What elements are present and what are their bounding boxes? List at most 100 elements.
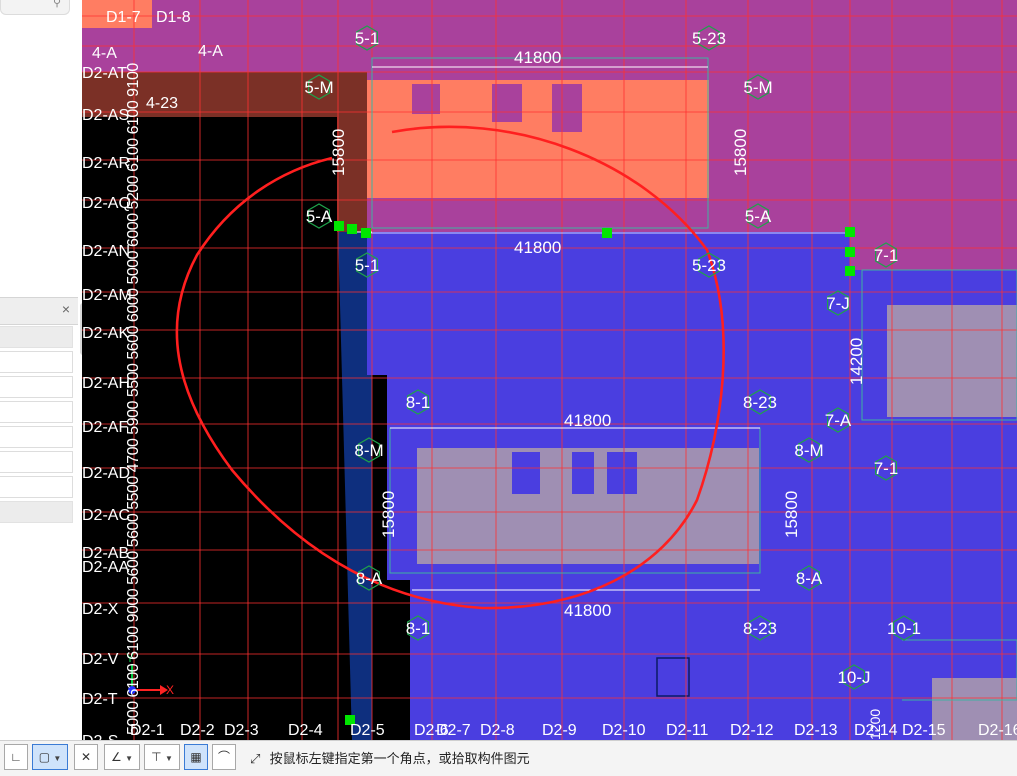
axis-bubble: 10-J — [837, 664, 871, 690]
svg-text:5-M: 5-M — [743, 78, 772, 97]
dimension-15800-right-lower: 15800 — [782, 491, 801, 538]
grid-label-left: D2-AS — [82, 107, 129, 124]
svg-text:8-23: 8-23 — [743, 393, 777, 412]
axis-bubble: 5-23 — [692, 252, 726, 278]
axis-bubble: 7-1 — [874, 242, 899, 268]
svg-text:5-1: 5-1 — [355, 29, 380, 48]
svg-text:7-1: 7-1 — [874, 459, 899, 478]
angle-tool-button[interactable]: ∠ ▼ — [104, 744, 140, 770]
property-panel-header: × — [0, 297, 78, 325]
dimension-1200: 1200 — [867, 709, 883, 740]
dimension-15800-left-lower: 15800 — [379, 491, 398, 538]
property-row[interactable] — [0, 476, 73, 498]
dimension-14200: 14200 — [847, 338, 866, 385]
axis-bubble: 7-J — [826, 290, 850, 316]
grid-label-left: D2-AQ — [82, 195, 131, 212]
blue-notches — [607, 452, 637, 494]
axis-bubble: 5-1 — [355, 25, 380, 51]
vertical-dimension-text: 5000 6100 6100 9000 5600 5600 5500 4700 … — [125, 63, 142, 735]
grid-label-left: D2-T — [82, 691, 118, 708]
blue-notches — [572, 452, 594, 494]
salmon-notches — [412, 84, 440, 114]
axis-bubble: 5-1 — [355, 252, 380, 278]
search-icon[interactable]: ⚲ — [53, 0, 61, 9]
svg-text:5-M: 5-M — [304, 78, 333, 97]
grid-label-left: D2-X — [82, 601, 119, 618]
axis-bubble: 8-23 — [743, 389, 777, 415]
dimension-15800-left-top: 15800 — [329, 129, 348, 176]
grid-label-left: D2-V — [82, 651, 119, 668]
command-prompt: ⤢ 按鼠标左键指定第一个角点，或拾取构件图元 — [250, 748, 530, 767]
cross-select-button[interactable]: ✕ — [74, 744, 98, 770]
grid-label-left: D2-S — [82, 733, 118, 740]
grid-label-left: D2-AD — [82, 465, 130, 482]
svg-text:8-A: 8-A — [356, 569, 383, 588]
svg-text:5-A: 5-A — [745, 207, 772, 226]
dimension-41800-mid: 41800 — [514, 238, 561, 257]
property-row[interactable] — [0, 326, 73, 348]
svg-text:7-A: 7-A — [825, 411, 852, 430]
property-row[interactable] — [0, 426, 73, 448]
grid-label-left: D2-AF — [82, 419, 128, 436]
grid-label-bottom: D2-8 — [480, 722, 515, 739]
grid-label-left: D2-AC — [82, 507, 130, 524]
resize-arrow-icon: ⤢ — [250, 751, 261, 766]
curve-tool-button[interactable]: ⌒ — [212, 744, 236, 770]
axis-bubble: 5-A — [745, 203, 772, 229]
svg-text:7-1: 7-1 — [874, 246, 899, 265]
axis-bubble: 5-M — [304, 74, 334, 100]
svg-text:5-A: 5-A — [306, 207, 333, 226]
dimension-41800-bottom: 41800 — [564, 601, 611, 620]
salmon-notches — [492, 84, 522, 122]
axis-bubble: 8-M — [354, 437, 384, 463]
grid-label-bottom: D2-3 — [224, 722, 259, 739]
grid-label-bottom: D2-15 — [902, 722, 946, 739]
axis-bubble: 5-23 — [692, 25, 726, 51]
grid-label-bottom: D2-4 — [288, 722, 323, 739]
grid-label-bottom: D2-10 — [602, 722, 646, 739]
bottom-toolbar: ∟ ▢ ▼ ✕ ∠ ▼ ⊤ ▼ ▦ ⌒ ⤢ 按鼠标左键指定第一个角点，或拾取构件… — [0, 740, 1017, 776]
grid-label-bottom: D2-5 — [350, 722, 385, 739]
grid-label-left: D2-AK — [82, 325, 129, 342]
rectangle-select-button[interactable]: ▢ ▼ — [32, 744, 68, 770]
grid-label-left: D2-AN — [82, 243, 130, 260]
grid-label-bottom: D2-9 — [542, 722, 577, 739]
property-row[interactable] — [0, 401, 73, 423]
search-box[interactable]: ⚲ — [0, 0, 70, 15]
grid-label-left: 4-A — [198, 43, 223, 60]
grid-label-bottom: D2-16 — [978, 722, 1017, 739]
axis-bubble: 5-M — [743, 74, 773, 100]
grid-label-bottom: D2-13 — [794, 722, 838, 739]
property-row[interactable] — [0, 376, 73, 398]
property-row[interactable] — [0, 501, 73, 523]
grid-label-left: D1-7 — [106, 9, 141, 26]
axis-bubble: 8-M — [794, 437, 824, 463]
svg-text:5-23: 5-23 — [692, 29, 726, 48]
grid-label-bottom: D2-12 — [730, 722, 774, 739]
salmon-notches — [552, 84, 582, 132]
svg-text:5-23: 5-23 — [692, 256, 726, 275]
property-tool-button[interactable]: ▦ — [184, 744, 208, 770]
axis-bubble: 8-1 — [406, 615, 430, 641]
dimension-41800-top: 41800 — [514, 48, 561, 67]
grid-label-left: D2-AR — [82, 155, 130, 172]
axis-bubble: 5-A — [306, 203, 333, 229]
svg-text:7-J: 7-J — [826, 294, 850, 313]
svg-text:8-M: 8-M — [354, 441, 383, 460]
select-window-button[interactable]: ∟ — [4, 744, 28, 770]
property-row[interactable] — [0, 451, 73, 473]
property-row[interactable] — [0, 351, 73, 373]
grid-label-left: D2-AT — [82, 65, 127, 82]
drawing-canvas[interactable]: X Y 5-1 5-23 5-M 5-M 5-A 5-A 5-1 5-23 7-1 7-J 8-1 8… — [82, 0, 1017, 740]
svg-text:8-23: 8-23 — [743, 619, 777, 638]
insert-tool-button[interactable]: ⊤ ▼ — [144, 744, 180, 770]
svg-text:5-1: 5-1 — [355, 256, 380, 275]
grid-label-bottom: D2-7 — [436, 722, 471, 739]
grid-label-left: D1-8 — [156, 9, 191, 26]
svg-text:10-J: 10-J — [837, 668, 870, 687]
svg-text:8-1: 8-1 — [406, 393, 431, 412]
close-icon[interactable]: × — [62, 301, 70, 317]
ucs-x-label: X — [166, 683, 174, 697]
axis-bubble: 7-A — [825, 407, 852, 433]
axis-bubble: 8-1 — [406, 389, 431, 415]
